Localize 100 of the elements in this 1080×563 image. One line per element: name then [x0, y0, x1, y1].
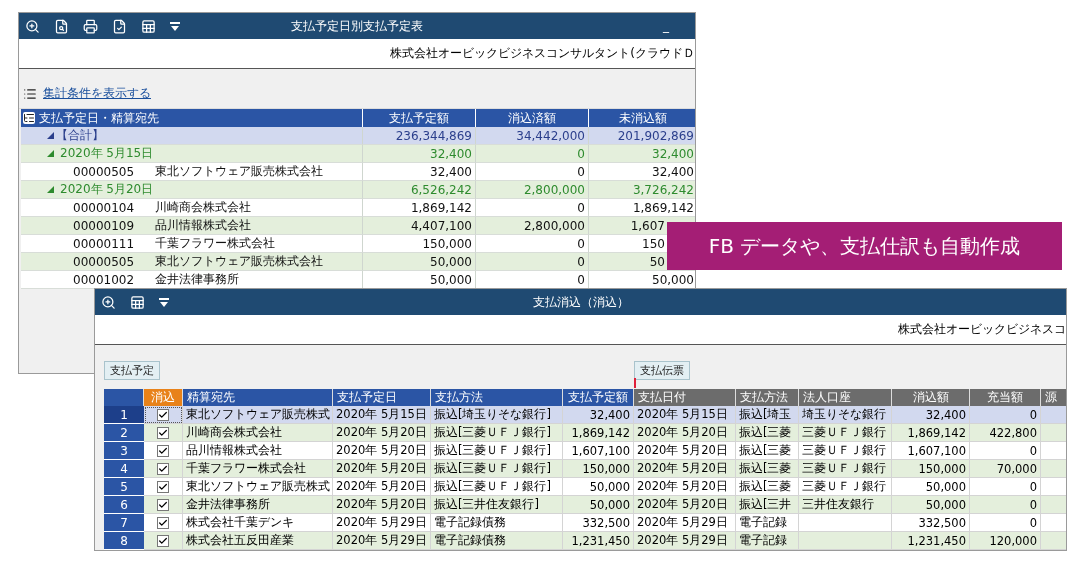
- table-cell: 振込[三菱ＵＦＪ銀行]: [431, 460, 563, 478]
- column-header[interactable]: 消込済額: [476, 109, 589, 127]
- table-cell: 332,500: [563, 514, 634, 532]
- table-cell: 32,400: [563, 406, 634, 424]
- table-cell: 振込[三菱: [736, 424, 799, 442]
- table-cell: [1041, 442, 1066, 460]
- payee-name: 東北ソフトウェア販売株式会社: [155, 163, 323, 180]
- company-name: 株式会社オービックビジネスコンサルタント(クラウドＤ: [390, 45, 695, 62]
- column-header[interactable]: 支払予定日: [333, 389, 431, 406]
- column-header[interactable]: 支払予定日・精算宛先: [21, 109, 363, 127]
- collapse-triangle-icon[interactable]: [47, 186, 54, 193]
- table-cell: 150,000: [892, 460, 970, 478]
- table-cell: 50,000: [892, 478, 970, 496]
- table-cell: 1,231,450: [563, 532, 634, 550]
- date-group-label: 2020年 5月15日: [60, 145, 154, 162]
- column-header[interactable]: 精算宛先: [183, 389, 333, 406]
- column-header[interactable]: 支払予定額: [363, 109, 476, 127]
- row-number[interactable]: 5: [104, 478, 144, 496]
- table-cell: 2020年 5月29日: [333, 532, 431, 550]
- table-cell: 振込[三菱: [736, 478, 799, 496]
- table-cell: 0: [970, 442, 1041, 460]
- code-text: 00000111: [73, 236, 136, 251]
- zoom-in-icon[interactable]: [25, 18, 40, 34]
- row-number[interactable]: 2: [104, 424, 144, 442]
- table-cell: [1041, 478, 1066, 496]
- filter-icon[interactable]: [159, 297, 169, 307]
- table-cell: 振込[三菱: [736, 460, 799, 478]
- checkbox[interactable]: [157, 426, 169, 439]
- checkbox[interactable]: [157, 462, 169, 475]
- section-button[interactable]: 支払伝票: [634, 361, 690, 380]
- summary-conditions-link[interactable]: 集計条件を表示する: [43, 85, 151, 102]
- table-cell: 三菱ＵＦＪ銀行: [799, 442, 892, 460]
- minimize-button[interactable]: _: [643, 19, 689, 33]
- amount-text: 1,869,142: [410, 200, 473, 215]
- amount-text: 34,442,000: [516, 128, 586, 143]
- table-cell: 振込[三菱ＵＦＪ銀行]: [431, 442, 563, 460]
- document-check-icon[interactable]: [112, 18, 127, 34]
- table-cell: [1041, 496, 1066, 514]
- window-title: 支払予定日別支払予定表: [291, 17, 423, 35]
- row-number[interactable]: 7: [104, 514, 144, 532]
- table-cell: 2020年 5月20日: [634, 496, 736, 514]
- table-cell: 1,231,450: [892, 532, 970, 550]
- amount-text: 2,800,000: [523, 182, 586, 197]
- amount-text: 0: [577, 200, 586, 215]
- filter-icon[interactable]: [170, 21, 180, 31]
- table-cell: 2020年 5月20日: [634, 460, 736, 478]
- spreadsheet-icon[interactable]: [141, 18, 156, 34]
- table-cell: 150,000: [563, 460, 634, 478]
- table-cell: 2020年 5月20日: [634, 478, 736, 496]
- checkbox[interactable]: [157, 480, 169, 493]
- checkbox[interactable]: [157, 498, 169, 511]
- table-cell: 0: [970, 496, 1041, 514]
- section-button[interactable]: 支払予定: [104, 361, 160, 380]
- column-header[interactable]: 法人口座: [799, 389, 892, 406]
- table-cell: 0: [970, 478, 1041, 496]
- amount-text: 0: [577, 236, 586, 251]
- collapse-triangle-icon[interactable]: [47, 132, 54, 139]
- table-cell: 50,000: [563, 496, 634, 514]
- column-header[interactable]: 支払予定額: [563, 389, 634, 406]
- table-cell: 電子記録: [736, 532, 799, 550]
- row-number[interactable]: 3: [104, 442, 144, 460]
- table-cell: [1041, 514, 1066, 532]
- checkbox[interactable]: [157, 516, 169, 529]
- table-cell: 電子記録債務: [431, 514, 563, 532]
- table-cell: 振込[三菱ＵＦＪ銀行]: [431, 478, 563, 496]
- column-header[interactable]: 支払方法: [736, 389, 799, 406]
- column-header[interactable]: 支払日付: [634, 389, 736, 406]
- amount-text: 32,400: [652, 164, 695, 179]
- table-cell: 三菱ＵＦＪ銀行: [799, 478, 892, 496]
- checkbox[interactable]: [157, 534, 169, 547]
- row-number[interactable]: 4: [104, 460, 144, 478]
- column-header[interactable]: 消込額: [892, 389, 970, 406]
- document-search-icon[interactable]: [54, 18, 69, 34]
- spreadsheet-icon[interactable]: [130, 294, 145, 310]
- table-cell: 2020年 5月29日: [634, 514, 736, 532]
- column-header[interactable]: 充当額: [970, 389, 1041, 406]
- checkbox[interactable]: [157, 444, 169, 457]
- column-header[interactable]: 支払方法: [431, 389, 563, 406]
- payee-name: 品川情報株式会社: [155, 217, 251, 234]
- window-title: 支払消込（消込）: [532, 293, 629, 311]
- table-cell: 電子記録債務: [431, 532, 563, 550]
- row-number[interactable]: 8: [104, 532, 144, 550]
- table-cell: 金井法律事務所: [183, 496, 333, 514]
- row-number[interactable]: 6: [104, 496, 144, 514]
- payee-name: 千葉フラワー株式会社: [155, 235, 275, 252]
- column-header[interactable]: 未消込額: [589, 109, 695, 127]
- printer-icon[interactable]: [83, 18, 98, 34]
- row-number[interactable]: 1: [104, 406, 144, 424]
- list-icon: [23, 86, 37, 101]
- table-cell: [1041, 532, 1066, 550]
- table-cell: 振込[三菱ＵＦＪ銀行]: [431, 424, 563, 442]
- zoom-in-icon[interactable]: [101, 294, 116, 310]
- checkbox[interactable]: [157, 408, 169, 421]
- table-cell: 株式会社五反田産業: [183, 532, 333, 550]
- collapse-triangle-icon[interactable]: [47, 150, 54, 157]
- code-text: 00001002: [73, 272, 136, 287]
- table-cell: 1,607,100: [563, 442, 634, 460]
- table-cell: 2020年 5月29日: [634, 532, 736, 550]
- column-header[interactable]: 源: [1041, 389, 1066, 406]
- table-cell: 1,607,100: [892, 442, 970, 460]
